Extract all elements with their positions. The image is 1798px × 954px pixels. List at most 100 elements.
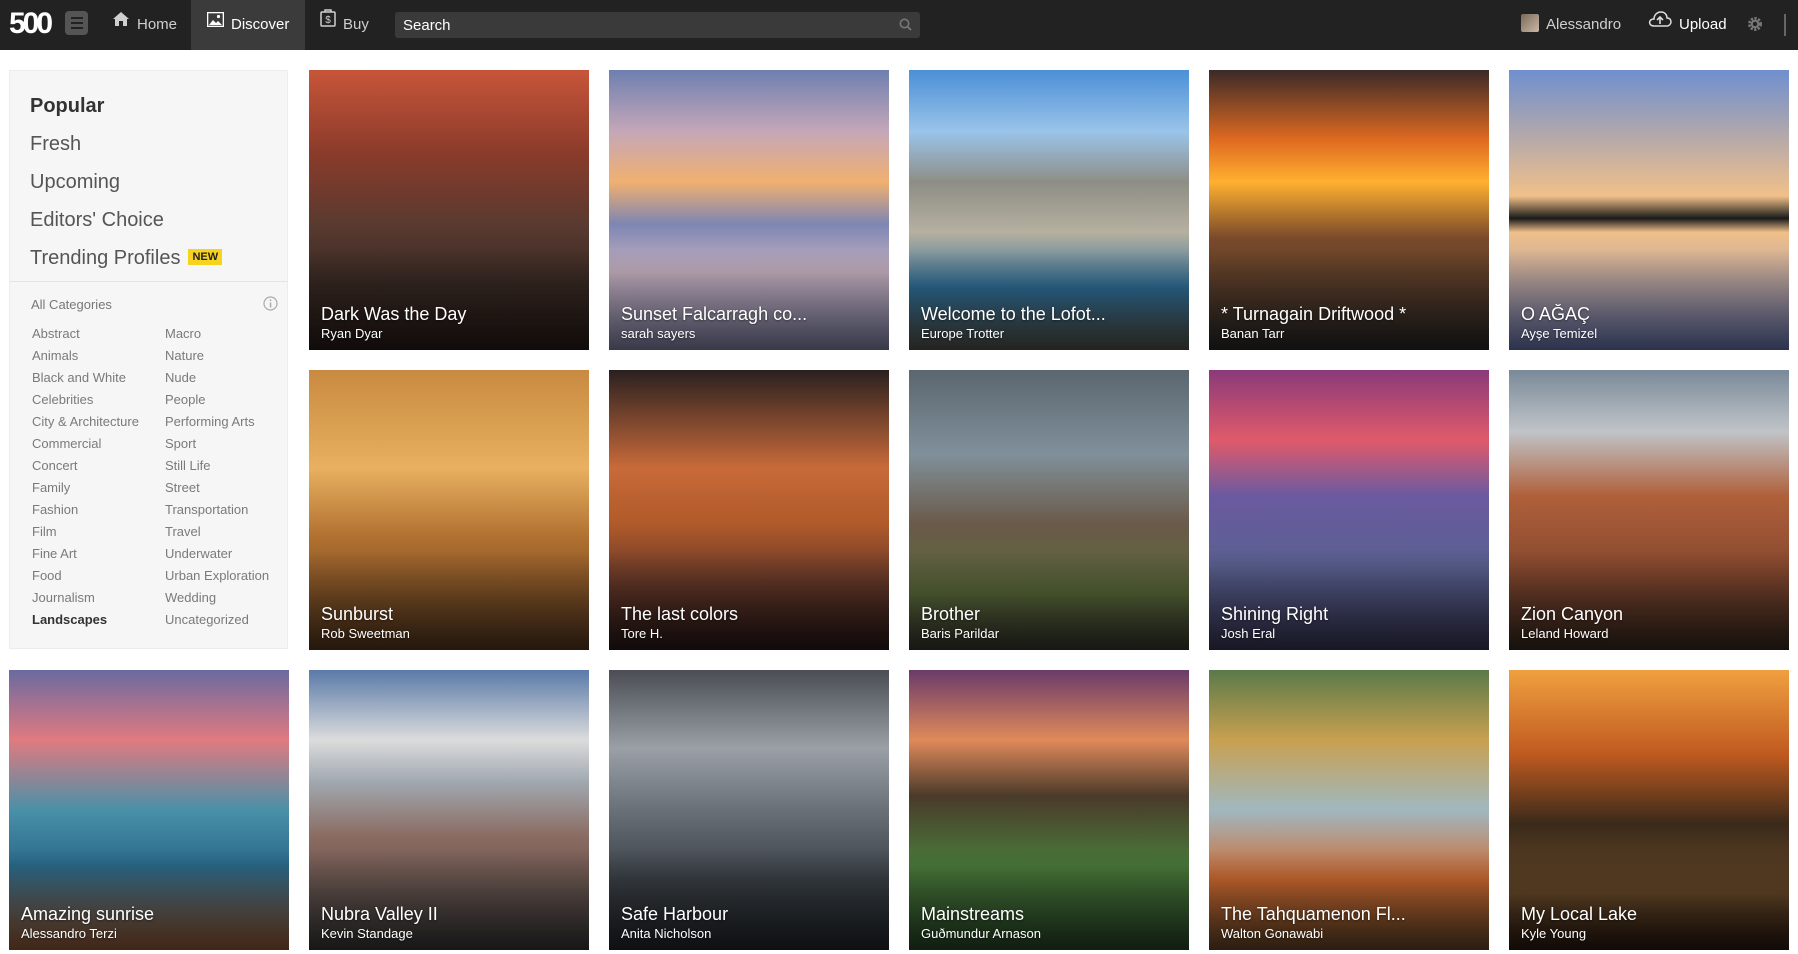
user-menu[interactable]: Alessandro: [1521, 0, 1621, 50]
photo-author[interactable]: Guðmundur Arnason: [921, 926, 1041, 941]
category-item[interactable]: Food: [32, 565, 139, 587]
category-item[interactable]: Travel: [165, 521, 269, 543]
upload-button[interactable]: Upload: [1648, 0, 1727, 50]
photo-title[interactable]: Dark Was the Day: [321, 304, 581, 325]
photo-tile[interactable]: Shining Right Josh Eral: [1209, 370, 1489, 650]
photo-title[interactable]: * Turnagain Driftwood *: [1221, 304, 1481, 325]
category-item[interactable]: Family: [32, 477, 139, 499]
category-item[interactable]: People: [165, 389, 269, 411]
category-item[interactable]: Still Life: [165, 455, 269, 477]
info-icon[interactable]: [263, 296, 278, 316]
category-item[interactable]: Fashion: [32, 499, 139, 521]
photo-tile[interactable]: * Turnagain Driftwood * Banan Tarr: [1209, 70, 1489, 350]
photo-title[interactable]: Welcome to the Lofot...: [921, 304, 1181, 325]
category-item[interactable]: Nude: [165, 367, 269, 389]
photo-title[interactable]: Safe Harbour: [621, 904, 881, 925]
nav-buy[interactable]: $ Buy: [320, 0, 369, 50]
category-item[interactable]: Urban Exploration: [165, 565, 269, 587]
category-item[interactable]: Wedding: [165, 587, 269, 609]
photo-author[interactable]: Kevin Standage: [321, 926, 413, 941]
photo-tile[interactable]: O AĞAÇ Ayşe Temizel: [1509, 70, 1789, 350]
photo-title[interactable]: Sunburst: [321, 604, 581, 625]
feature-popular[interactable]: Popular: [30, 87, 222, 125]
photo-tile[interactable]: Sunset Falcarragh co... sarah sayers: [609, 70, 889, 350]
category-item[interactable]: Concert: [32, 455, 139, 477]
feature-list: Popular Fresh Upcoming Editors' Choice T…: [30, 87, 223, 277]
photo-author[interactable]: Ayşe Temizel: [1521, 326, 1597, 341]
photo-tile[interactable]: Dark Was the Day Ryan Dyar: [309, 70, 589, 350]
category-item[interactable]: Sport: [165, 433, 269, 455]
image-icon: [206, 0, 225, 48]
category-item[interactable]: Transportation: [165, 499, 269, 521]
photo-title[interactable]: Mainstreams: [921, 904, 1181, 925]
category-item[interactable]: Underwater: [165, 543, 269, 565]
photo-tile[interactable]: My Local Lake Kyle Young: [1509, 670, 1789, 950]
category-item[interactable]: Fine Art: [32, 543, 139, 565]
category-item[interactable]: Nature: [165, 345, 269, 367]
feature-trending-profiles[interactable]: Trending Profiles NEW: [30, 239, 223, 277]
category-item[interactable]: City & Architecture: [32, 411, 139, 433]
search-icon[interactable]: [899, 18, 912, 36]
photo-author[interactable]: Josh Eral: [1221, 626, 1275, 641]
gear-icon[interactable]: [1746, 15, 1764, 38]
photo-author[interactable]: Leland Howard: [1521, 626, 1608, 641]
nav-discover[interactable]: Discover: [191, 0, 305, 50]
feature-fresh[interactable]: Fresh: [30, 125, 222, 163]
photo-tile[interactable]: The last colors Tore H.: [609, 370, 889, 650]
photo-author[interactable]: sarah sayers: [621, 326, 695, 341]
category-item[interactable]: Abstract: [32, 323, 139, 345]
photo-tile[interactable]: Zion Canyon Leland Howard: [1509, 370, 1789, 650]
photo-author[interactable]: Ryan Dyar: [321, 326, 382, 341]
photo-author[interactable]: Tore H.: [621, 626, 663, 641]
photo-tile[interactable]: Brother Baris Parildar: [909, 370, 1189, 650]
category-item[interactable]: Celebrities: [32, 389, 139, 411]
photo-tile[interactable]: Nubra Valley II Kevin Standage: [309, 670, 589, 950]
photo-tile[interactable]: Sunburst Rob Sweetman: [309, 370, 589, 650]
photo-title[interactable]: The last colors: [621, 604, 881, 625]
feature-upcoming[interactable]: Upcoming: [30, 163, 222, 201]
category-item[interactable]: Uncategorized: [165, 609, 269, 631]
photo-author[interactable]: Rob Sweetman: [321, 626, 410, 641]
photo-title[interactable]: Zion Canyon: [1521, 604, 1781, 625]
photo-author[interactable]: Baris Parildar: [921, 626, 999, 641]
photo-title[interactable]: Sunset Falcarragh co...: [621, 304, 881, 325]
sidebar-divider: [10, 281, 287, 282]
photo-author[interactable]: Anita Nicholson: [621, 926, 711, 941]
category-item[interactable]: Commercial: [32, 433, 139, 455]
category-item[interactable]: Macro: [165, 323, 269, 345]
photo-title[interactable]: Shining Right: [1221, 604, 1481, 625]
category-item[interactable]: Street: [165, 477, 269, 499]
photo-title[interactable]: Brother: [921, 604, 1181, 625]
photo-author[interactable]: Alessandro Terzi: [21, 926, 117, 941]
nav-home[interactable]: Home: [112, 0, 177, 50]
photo-title[interactable]: My Local Lake: [1521, 904, 1781, 925]
category-item[interactable]: Black and White: [32, 367, 139, 389]
new-badge: NEW: [188, 248, 223, 265]
site-logo[interactable]: 500: [9, 9, 53, 39]
menu-icon[interactable]: [65, 11, 88, 35]
photo-tile[interactable]: Welcome to the Lofot... Europe Trotter: [909, 70, 1189, 350]
upload-label: Upload: [1679, 16, 1727, 33]
nav-home-label: Home: [137, 16, 178, 33]
category-item[interactable]: Animals: [32, 345, 139, 367]
photo-tile[interactable]: Mainstreams Guðmundur Arnason: [909, 670, 1189, 950]
all-categories-link[interactable]: All Categories: [31, 297, 112, 312]
category-item[interactable]: Landscapes: [32, 609, 139, 631]
search-input[interactable]: [395, 12, 875, 38]
photo-tile[interactable]: Safe Harbour Anita Nicholson: [609, 670, 889, 950]
photo-title[interactable]: Nubra Valley II: [321, 904, 581, 925]
photo-title[interactable]: Amazing sunrise: [21, 904, 281, 925]
feature-editors-choice[interactable]: Editors' Choice: [30, 201, 222, 239]
photo-tile[interactable]: Amazing sunrise Alessandro Terzi: [9, 670, 289, 950]
photo-author[interactable]: Walton Gonawabi: [1221, 926, 1323, 941]
category-item[interactable]: Film: [32, 521, 139, 543]
category-item[interactable]: Performing Arts: [165, 411, 269, 433]
photo-author[interactable]: Kyle Young: [1521, 926, 1586, 941]
photo-tile[interactable]: The Tahquamenon Fl... Walton Gonawabi: [1209, 670, 1489, 950]
photo-author[interactable]: Banan Tarr: [1221, 326, 1284, 341]
category-list-left: Abstract Animals Black and White Celebritie…: [32, 323, 139, 631]
photo-title[interactable]: The Tahquamenon Fl...: [1221, 904, 1481, 925]
photo-author[interactable]: Europe Trotter: [921, 326, 1004, 341]
photo-title[interactable]: O AĞAÇ: [1521, 304, 1781, 325]
category-item[interactable]: Journalism: [32, 587, 139, 609]
